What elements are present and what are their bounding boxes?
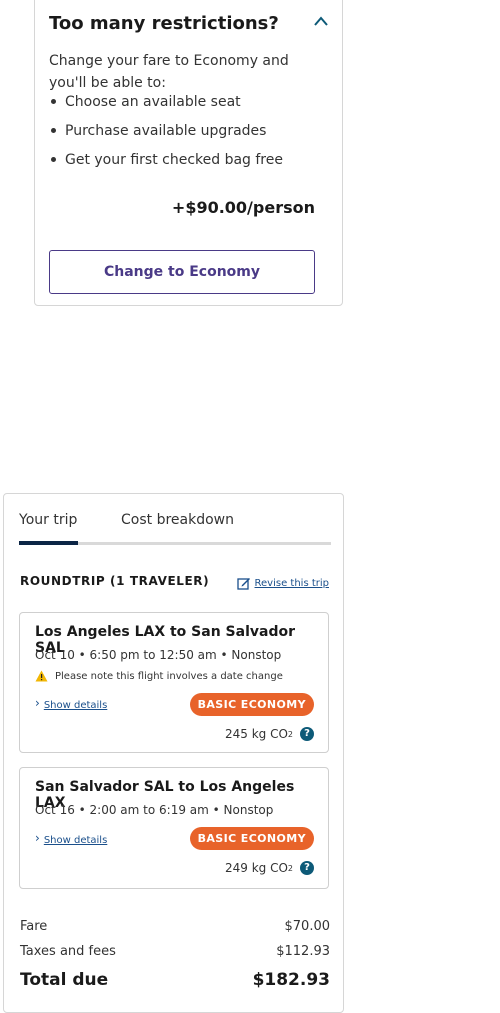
taxes-row: Taxes and fees $112.93 xyxy=(20,944,330,959)
benefit-item: Purchase available upgrades xyxy=(49,120,283,149)
show-details-label: Show details xyxy=(43,700,108,711)
segment-times: Oct 16 • 2:00 am to 6:19 am • Nonstop xyxy=(35,803,274,817)
flight-segment-outbound: Los Angeles LAX to San Salvador SAL Oct … xyxy=(19,612,329,753)
show-details-link[interactable]: › Show details xyxy=(35,696,107,711)
tab-your-trip[interactable]: Your trip xyxy=(19,512,77,528)
restrictions-intro: Change your fare to Economy and you'll b… xyxy=(49,53,289,91)
benefit-item: Get your first checked bag free xyxy=(49,149,283,178)
revise-trip-label: Revise this trip xyxy=(254,577,329,589)
fare-class-badge: BASIC ECONOMY xyxy=(189,827,314,850)
taxes-label: Taxes and fees xyxy=(20,944,116,959)
revise-trip-link[interactable]: Revise this trip xyxy=(236,576,329,590)
total-label: Total due xyxy=(20,970,109,990)
fare-row: Fare $70.00 xyxy=(20,919,330,934)
show-details-label: Show details xyxy=(43,835,108,846)
benefit-item: Choose an available seat xyxy=(49,91,283,120)
restrictions-card: Too many restrictions? Change your fare … xyxy=(34,0,343,306)
total-row: Total due $182.93 xyxy=(20,970,330,990)
benefits-list: Choose an available seat Purchase availa… xyxy=(49,91,283,178)
bullet-icon xyxy=(51,99,56,104)
segment-times: Oct 10 • 6:50 pm to 12:50 am • Nonstop xyxy=(35,648,282,662)
co2-emissions: 245 kg CO 2 ? xyxy=(225,727,314,741)
fare-class-badge: BASIC ECONOMY xyxy=(189,693,314,716)
chevron-right-icon: › xyxy=(35,696,40,710)
summary-tabs: Your trip Cost breakdown xyxy=(19,512,331,545)
bullet-icon xyxy=(51,157,56,162)
help-icon[interactable]: ? xyxy=(300,727,314,741)
show-details-link[interactable]: › Show details xyxy=(35,831,107,846)
upgrade-price: +$90.00/person xyxy=(171,198,315,217)
trip-heading: ROUNDTRIP (1 TRAVELER) xyxy=(20,574,210,588)
total-amount: $182.93 xyxy=(252,970,330,990)
edit-icon xyxy=(236,578,250,590)
change-to-economy-button[interactable]: Change to Economy xyxy=(49,250,315,294)
warning-icon xyxy=(35,670,48,682)
active-tab-indicator xyxy=(19,541,78,545)
date-change-text: Please note this flight involves a date … xyxy=(55,670,283,682)
fare-amount: $70.00 xyxy=(284,919,331,934)
restrictions-title: Too many restrictions? xyxy=(49,13,279,34)
trip-summary-card: Your trip Cost breakdown ROUNDTRIP (1 TR… xyxy=(3,493,344,1013)
bullet-icon xyxy=(51,128,56,133)
fare-label: Fare xyxy=(20,919,48,934)
flight-segment-return: San Salvador SAL to Los Angeles LAX Oct … xyxy=(19,767,329,889)
tab-cost-breakdown[interactable]: Cost breakdown xyxy=(121,512,234,528)
co2-emissions: 249 kg CO 2 ? xyxy=(225,861,314,875)
chevron-up-icon[interactable] xyxy=(313,15,329,27)
taxes-amount: $112.93 xyxy=(276,944,330,959)
date-change-note: Please note this flight involves a date … xyxy=(35,670,283,682)
help-icon[interactable]: ? xyxy=(300,861,314,875)
chevron-right-icon: › xyxy=(35,831,40,845)
